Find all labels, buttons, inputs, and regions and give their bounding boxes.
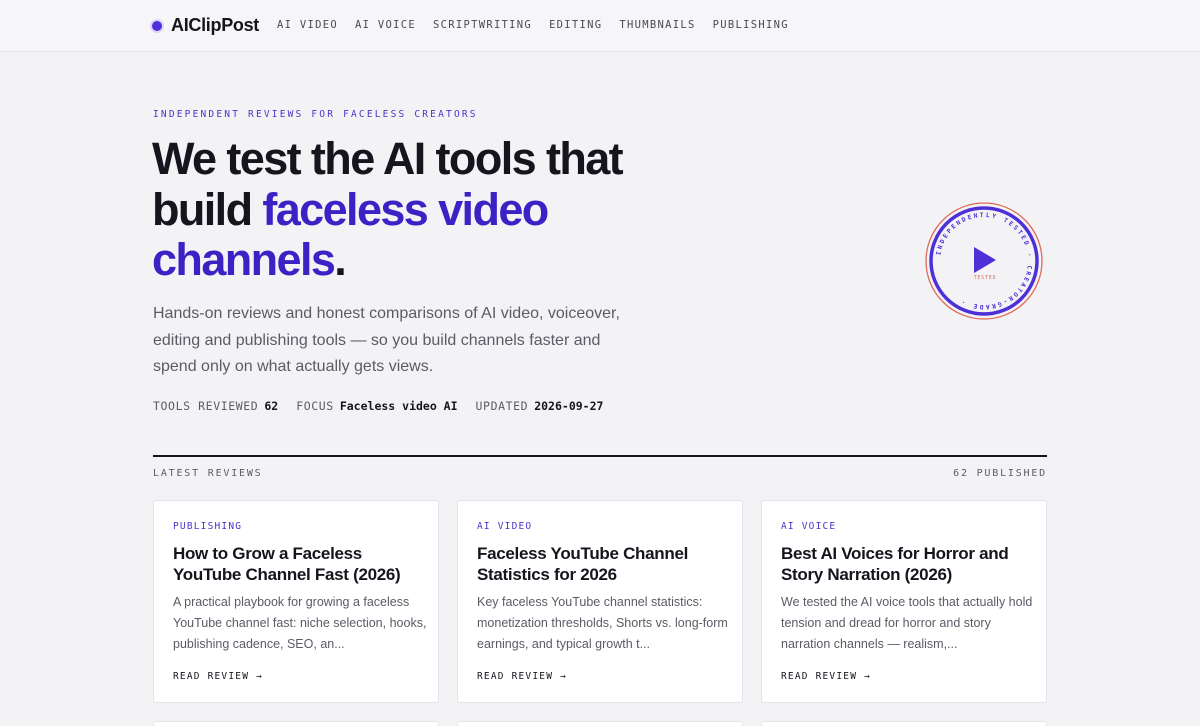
review-card[interactable]: PUBLISHING How to Grow a Faceless YouTub… [153, 500, 439, 703]
brand-dot-icon [152, 20, 162, 31]
card-category[interactable]: AI VIDEO [477, 521, 532, 532]
stat-value-focus: Faceless video AI [339, 399, 458, 413]
nav-item-editing[interactable]: EDITING [549, 19, 602, 31]
nav-item-thumbnails[interactable]: THUMBNAILS [619, 19, 695, 31]
hero-lede: Hands-on reviews and honest comparisons … [153, 305, 620, 375]
card-category[interactable]: PUBLISHING [173, 521, 242, 532]
latest-reviews-title: LATEST REVIEWS [153, 468, 263, 479]
review-card[interactable]: AI VOICE Best AI Voices for Horror and S… [761, 500, 1047, 703]
hero-eyebrow: INDEPENDENT REVIEWS FOR FACELESS CREATOR… [153, 109, 478, 120]
stat-value-tools-reviewed: 62 [264, 399, 279, 413]
stat-label-updated: UPDATED [475, 399, 529, 413]
card-description: Key faceless YouTube channel statistics:… [477, 595, 728, 652]
brand-logo[interactable]: AIClipPost [152, 15, 259, 36]
nav-item-scriptwriting[interactable]: SCRIPTWRITING [433, 19, 532, 31]
section-divider [153, 455, 1047, 457]
hero-stats: TOOLS REVIEWED 62 FOCUS Faceless video A… [153, 399, 621, 413]
hero-headline: We test the AI tools that build faceless… [152, 133, 712, 286]
nav-item-ai-voice[interactable]: AI VOICE [355, 19, 416, 31]
read-review-link[interactable]: READ REVIEW → [173, 671, 263, 682]
card-description: A practical playbook for growing a facel… [173, 595, 427, 652]
play-icon [974, 247, 996, 273]
headline-period: . [334, 234, 346, 285]
nav-item-publishing[interactable]: PUBLISHING [713, 19, 789, 31]
review-card-partial[interactable] [457, 721, 743, 726]
top-navigation-bar: AIClipPost AI VIDEO AI VOICE SCRIPTWRITI… [0, 0, 1200, 52]
read-review-link[interactable]: READ REVIEW → [477, 671, 567, 682]
nav-item-ai-video[interactable]: AI VIDEO [277, 19, 338, 31]
badge-center-label: TESTED [974, 275, 997, 281]
main-nav: AI VIDEO AI VOICE SCRIPTWRITING EDITING … [277, 19, 806, 31]
stat-label-tools-reviewed: TOOLS REVIEWED [153, 399, 259, 413]
read-review-link[interactable]: READ REVIEW → [781, 671, 871, 682]
card-title[interactable]: How to Grow a Faceless YouTube Channel F… [173, 544, 423, 585]
card-description: We tested the AI voice tools that actual… [781, 595, 1033, 652]
published-count: 62 PUBLISHED [953, 468, 1047, 479]
tested-badge: INDEPENDENTLY TESTED · CREATOR-GRADE · T… [925, 202, 1043, 320]
review-card[interactable]: AI VIDEO Faceless YouTube Channel Statis… [457, 500, 743, 703]
review-card-partial[interactable] [761, 721, 1047, 726]
review-card-partial[interactable] [153, 721, 439, 726]
brand-name: AIClipPost [171, 15, 260, 35]
card-category[interactable]: AI VOICE [781, 521, 836, 532]
stat-label-focus: FOCUS [296, 399, 334, 413]
stat-value-updated: 2026-09-27 [534, 399, 604, 413]
card-title[interactable]: Faceless YouTube Channel Statistics for … [477, 544, 727, 585]
card-title[interactable]: Best AI Voices for Horror and Story Narr… [781, 544, 1031, 585]
